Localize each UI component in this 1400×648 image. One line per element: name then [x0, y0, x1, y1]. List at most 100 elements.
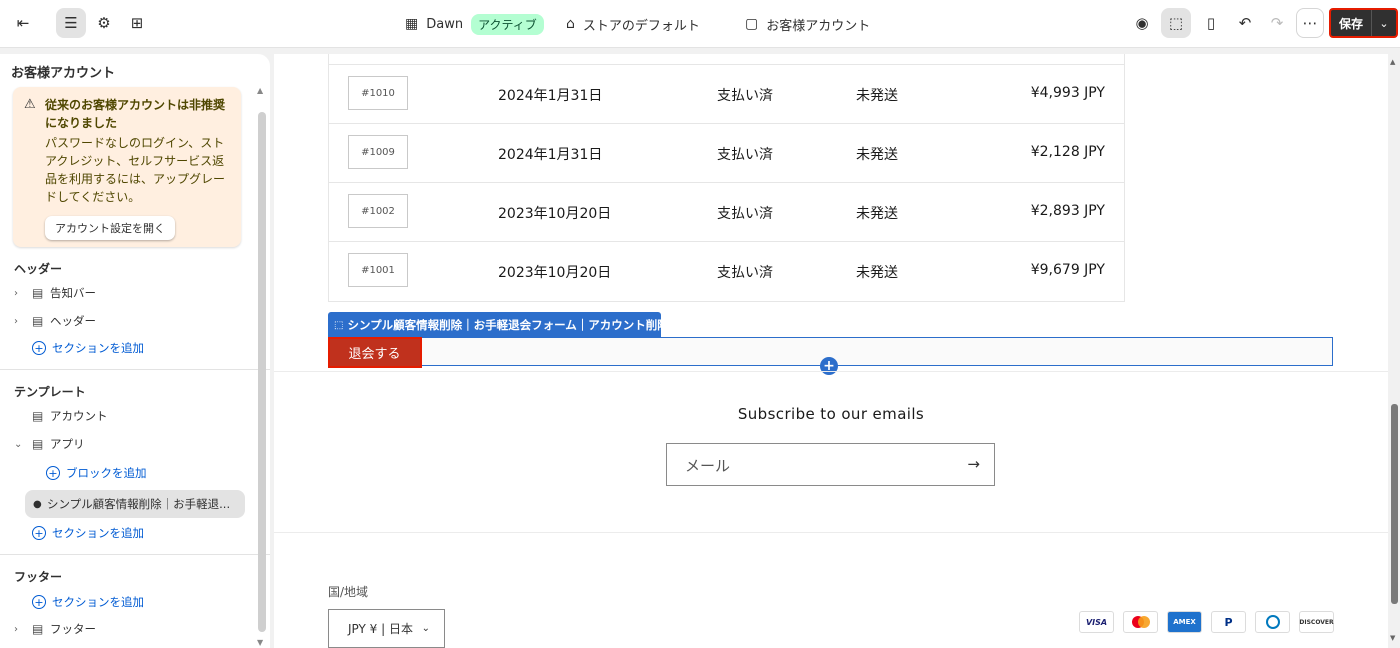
order-total: ¥2,893 JPY — [1030, 203, 1105, 219]
save-button-group: 保存 ⌄ — [1329, 8, 1398, 38]
order-id-link[interactable]: #1009 — [348, 135, 408, 169]
divider — [0, 369, 270, 370]
sidebar-item-label: シンプル顧客情報削除｜お手軽退... — [47, 497, 231, 511]
divider — [274, 371, 1388, 372]
sidebar-item-footer[interactable]: › ▤ フッター — [14, 618, 96, 640]
scrollbar-thumb[interactable] — [1391, 404, 1398, 604]
warning-body: パスワードなしのログイン、ストアクレジット、セルフサービス返品を利用するには、ア… — [45, 136, 226, 204]
open-account-settings-button[interactable]: アカウント設定を開く — [45, 216, 175, 240]
scroll-down-arrow-icon[interactable]: ▼ — [1390, 634, 1395, 642]
sidebar-item-label: ヘッダー — [50, 314, 96, 328]
add-section-plus-icon[interactable]: + — [820, 357, 838, 375]
order-id-link[interactable]: #1010 — [348, 76, 408, 110]
sidebar-item-label: 告知バー — [50, 286, 96, 300]
save-button[interactable]: 保存 — [1331, 10, 1372, 36]
redo-icon[interactable]: ↷ — [1262, 8, 1292, 38]
page-label: お客様アカウント — [766, 18, 871, 34]
order-date: 2024年1月31日 — [498, 88, 603, 104]
chevron-down-icon: ⌄ — [421, 623, 430, 634]
store-selector[interactable]: ⌂ ストアのデフォルト — [566, 0, 700, 48]
divider — [274, 532, 1388, 533]
warning-title: 従来のお客様アカウントは非推奨になりました — [45, 98, 226, 130]
section-icon: ▤ — [32, 437, 44, 451]
sections-icon[interactable]: ☰ — [56, 8, 86, 38]
person-icon: ● — [33, 498, 42, 510]
preview-scrollbar[interactable]: ▲ ▼ — [1389, 54, 1400, 648]
chevron-right-icon[interactable]: › — [14, 624, 32, 635]
email-placeholder: メール — [685, 457, 731, 475]
payment-icons: VISA AMEX P DISCOVER — [1079, 611, 1334, 633]
chevron-down-icon[interactable]: ⌄ — [14, 439, 32, 450]
sidebar-item-label: アプリ — [50, 437, 85, 451]
order-date: 2024年1月31日 — [498, 147, 603, 163]
order-id-link[interactable]: #1001 — [348, 253, 408, 287]
payment-status: 支払い済 — [717, 88, 773, 104]
country-select[interactable]: JPY ¥ | 日本 ⌄ — [328, 609, 445, 648]
scroll-up-arrow-icon[interactable]: ▲ — [1390, 58, 1395, 66]
settings-gear-icon[interactable]: ⚙ — [89, 8, 119, 38]
orders-table: #1010 2024年1月31日 支払い済 未発送 ¥4,993 JPY #10… — [328, 54, 1125, 302]
store-preview: #1010 2024年1月31日 支払い済 未発送 ¥4,993 JPY #10… — [274, 54, 1388, 648]
chevron-right-icon[interactable]: › — [14, 288, 32, 299]
sidebar-item-header[interactable]: › ▤ ヘッダー — [14, 310, 96, 332]
footer-group-title: フッター — [14, 570, 63, 584]
sidebar-title: お客様アカウント — [11, 66, 116, 81]
plus-circle-icon: + — [32, 595, 46, 609]
theme-editor-icon[interactable]: ◉ — [1127, 8, 1157, 38]
sidebar-scrollbar[interactable] — [258, 112, 266, 632]
theme-status-badge: アクティブ — [471, 13, 544, 35]
payment-status: 支払い済 — [717, 206, 773, 222]
add-section-footer-button[interactable]: + セクションを追加 — [32, 591, 144, 613]
payment-status: 支払い済 — [717, 147, 773, 163]
undo-icon[interactable]: ↶ — [1230, 8, 1260, 38]
section-icon: ▤ — [32, 286, 44, 300]
sidebar-item-apps[interactable]: ⌄ ▤ アプリ — [14, 433, 85, 455]
section-icon: ▤ — [32, 409, 44, 423]
sidebar-item-announcement-bar[interactable]: › ▤ 告知バー — [14, 282, 96, 304]
table-row: #1010 2024年1月31日 支払い済 未発送 ¥4,993 JPY — [329, 64, 1125, 123]
add-block-button[interactable]: + ブロックを追加 — [46, 462, 147, 484]
sidebar-item-label: フッター — [50, 622, 96, 636]
template-group-title: テンプレート — [14, 385, 86, 399]
unsubscribe-button[interactable]: 退会する — [327, 336, 422, 368]
exit-icon[interactable]: ⇤ — [8, 8, 38, 38]
plus-circle-icon: + — [32, 341, 46, 355]
sidebar: お客様アカウント ⚠ 従来のお客様アカウントは非推奨になりました パスワードなし… — [0, 54, 270, 648]
page-icon: ▢ — [745, 16, 759, 32]
more-actions-icon[interactable]: ⋯ — [1296, 8, 1324, 38]
sidebar-item-app-block-selected[interactable]: ● シンプル顧客情報削除｜お手軽退... — [25, 490, 245, 518]
add-section-template-button[interactable]: + セクションを追加 — [32, 522, 144, 544]
table-row: #1009 2024年1月31日 支払い済 未発送 ¥2,128 JPY — [329, 123, 1125, 182]
add-section-label: セクションを追加 — [52, 595, 144, 609]
inspector-icon[interactable]: ⬚ — [1161, 8, 1191, 38]
email-field[interactable]: メール → — [666, 443, 995, 486]
add-block-label: ブロックを追加 — [66, 466, 147, 480]
mastercard-icon — [1123, 611, 1158, 633]
theme-selector[interactable]: ▦ Dawn アクティブ — [405, 0, 544, 48]
order-total: ¥9,679 JPY — [1030, 262, 1105, 278]
newsletter-title: Subscribe to our emails — [737, 405, 925, 423]
scroll-up-arrow-icon[interactable]: ▲ — [257, 86, 263, 95]
section-icon: ▤ — [32, 314, 44, 328]
divider — [0, 554, 270, 555]
payment-status: 支払い済 — [717, 265, 773, 281]
fulfillment-status: 未発送 — [856, 206, 898, 222]
arrow-right-icon[interactable]: → — [967, 455, 980, 473]
chevron-right-icon[interactable]: › — [14, 316, 32, 327]
store-label: ストアのデフォルト — [582, 18, 700, 34]
paypal-icon: P — [1211, 611, 1246, 633]
chevron-down-icon[interactable]: ⌄ — [1372, 10, 1396, 36]
table-row: #1002 2023年10月20日 支払い済 未発送 ¥2,893 JPY — [329, 182, 1125, 241]
store-icon: ⌂ — [566, 16, 575, 32]
app-block-label-tab[interactable]: ⬚ シンプル顧客情報削除｜お手軽退会フォーム｜アカウント削除 — [328, 312, 669, 338]
deprecation-warning-banner: ⚠ 従来のお客様アカウントは非推奨になりました パスワードなしのログイン、ストア… — [13, 87, 241, 247]
order-id-link[interactable]: #1002 — [348, 194, 408, 228]
mobile-view-icon[interactable]: ▯ — [1196, 8, 1226, 38]
diners-icon — [1255, 611, 1290, 633]
add-section-header-button[interactable]: + セクションを追加 — [32, 337, 144, 359]
visa-icon: VISA — [1079, 611, 1114, 633]
scroll-down-arrow-icon[interactable]: ▼ — [257, 638, 263, 647]
apps-icon[interactable]: ⊞ — [122, 8, 152, 38]
page-selector[interactable]: ▢ お客様アカウント — [745, 0, 870, 48]
sidebar-item-account[interactable]: ▤ アカウント — [14, 405, 108, 427]
